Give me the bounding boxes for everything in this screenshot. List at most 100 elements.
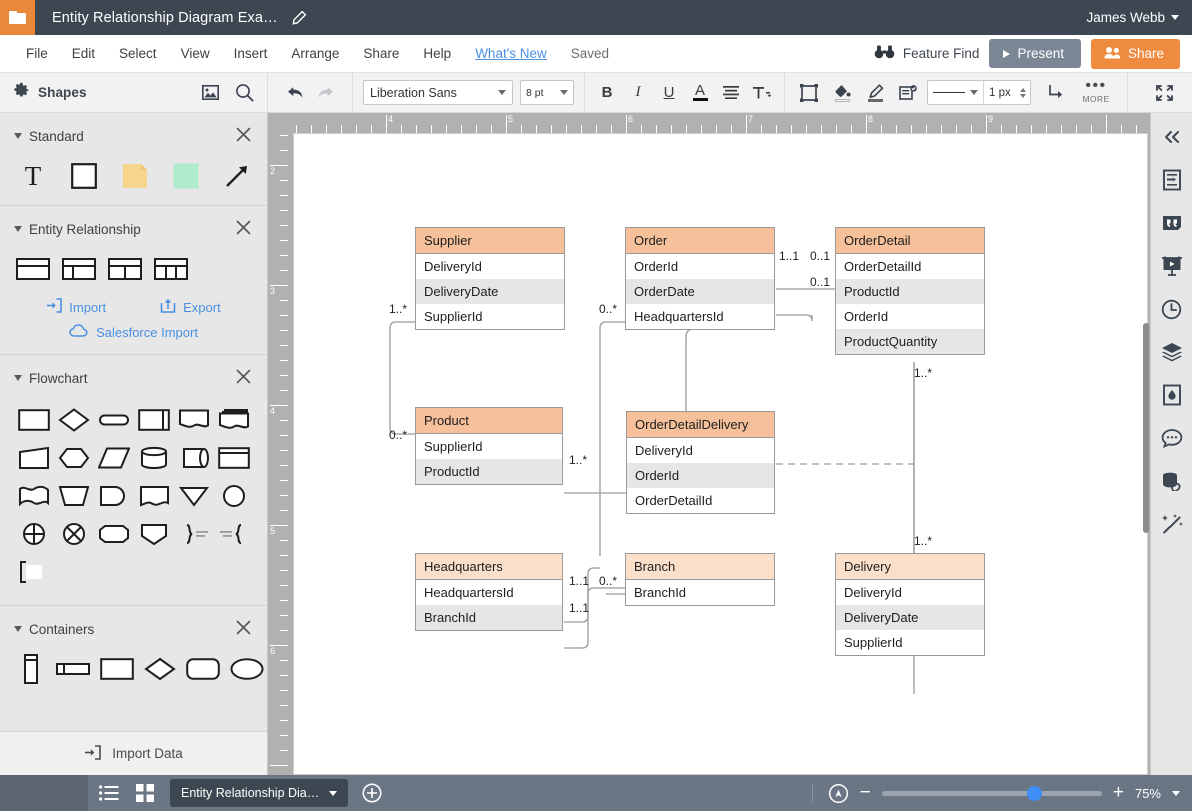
shape-sticky[interactable] — [171, 161, 201, 191]
import-button[interactable]: Import — [46, 298, 106, 316]
shape-annotation-right[interactable] — [174, 515, 214, 553]
share-button[interactable]: Share — [1091, 39, 1180, 69]
shape-text[interactable]: T — [18, 161, 48, 191]
entity-attribute[interactable]: OrderDate — [626, 279, 774, 304]
export-button[interactable]: Export — [160, 298, 221, 316]
canvas-vertical-scrollbar[interactable] — [1143, 323, 1149, 533]
shape-horizontal-container[interactable] — [56, 654, 90, 684]
entity-orderdetaildelivery[interactable]: OrderDetailDeliveryDeliveryIdOrderIdOrde… — [626, 411, 775, 514]
shape-predefined-process[interactable] — [134, 401, 174, 439]
shape-extract[interactable] — [134, 515, 174, 553]
fill-bucket-icon[interactable] — [828, 79, 856, 107]
entity-attribute[interactable]: OrderId — [836, 304, 984, 329]
shape-circle[interactable] — [214, 477, 254, 515]
entity-attribute[interactable]: DeliveryId — [416, 254, 564, 279]
shape-ellipse-container[interactable] — [230, 654, 264, 684]
shape-rectangle[interactable] — [69, 161, 99, 191]
menu-view[interactable]: View — [169, 42, 222, 65]
entity-order[interactable]: OrderOrderIdOrderDateHeadquartersId — [625, 227, 775, 330]
document-properties-icon[interactable] — [1156, 164, 1188, 196]
user-menu[interactable]: James Webb — [1086, 10, 1179, 25]
chevron-down-icon[interactable] — [1172, 791, 1180, 796]
zoom-slider-thumb[interactable] — [1027, 786, 1042, 801]
shape-terminator[interactable] — [94, 401, 134, 439]
salesforce-import-button[interactable]: Salesforce Import — [0, 324, 267, 340]
close-icon[interactable] — [236, 127, 251, 145]
search-icon[interactable] — [229, 78, 259, 108]
entity-delivery[interactable]: DeliveryDeliveryIdDeliveryDateSupplierId — [835, 553, 985, 656]
canvas[interactable]: SupplierDeliveryIdDeliveryDateSupplierId… — [288, 133, 1150, 775]
add-page-icon[interactable] — [362, 783, 382, 803]
entity-attribute[interactable]: DeliveryDate — [836, 605, 984, 630]
zoom-out-button[interactable]: − — [860, 786, 871, 800]
shape-offpage[interactable] — [94, 515, 134, 553]
shape-delay[interactable] — [94, 477, 134, 515]
entity-attribute[interactable]: OrderId — [627, 463, 774, 488]
font-color-button[interactable]: A — [686, 79, 714, 107]
shape-summing-junction[interactable] — [14, 515, 54, 553]
entity-attribute[interactable]: DeliveryId — [627, 438, 774, 463]
shape-outline-icon[interactable] — [795, 79, 823, 107]
grid-view-icon[interactable] — [130, 778, 160, 808]
shape-options-icon[interactable] — [894, 79, 922, 107]
line-color-icon[interactable] — [861, 79, 889, 107]
shape-database[interactable] — [134, 439, 174, 477]
shape-wave[interactable] — [14, 477, 54, 515]
menu-share[interactable]: Share — [351, 42, 411, 65]
import-data-button[interactable]: Import Data — [0, 731, 267, 775]
entity-attribute[interactable]: SupplierId — [836, 630, 984, 655]
shape-entity-1[interactable] — [16, 254, 50, 284]
chevron-down-icon[interactable] — [14, 226, 22, 232]
shape-hexagon[interactable] — [54, 439, 94, 477]
font-family-select[interactable]: Liberation Sans — [363, 80, 513, 105]
entity-branch[interactable]: BranchBranchId — [625, 553, 775, 606]
menu-edit[interactable]: Edit — [60, 42, 107, 65]
chevron-down-icon[interactable] — [14, 375, 22, 381]
history-icon[interactable] — [1156, 293, 1188, 325]
shape-direct-data[interactable] — [174, 439, 214, 477]
underline-button[interactable]: U — [655, 79, 683, 107]
shape-vertical-container[interactable] — [16, 654, 46, 684]
shape-parallelogram[interactable] — [94, 439, 134, 477]
shape-manual-operation[interactable] — [54, 477, 94, 515]
entity-product[interactable]: ProductSupplierIdProductId — [415, 407, 563, 485]
pointer-mode-icon[interactable] — [828, 783, 849, 804]
magic-wand-icon[interactable] — [1156, 508, 1188, 540]
entity-supplier[interactable]: SupplierDeliveryIdDeliveryDateSupplierId — [415, 227, 565, 330]
pencil-icon[interactable] — [291, 10, 307, 26]
line-width-input[interactable]: 1 px — [984, 87, 1030, 99]
folder-icon[interactable] — [0, 0, 35, 35]
shape-annotation-left[interactable] — [214, 515, 254, 553]
shape-entity-2[interactable] — [62, 254, 96, 284]
shape-internal-storage[interactable] — [214, 439, 254, 477]
diagram-page[interactable]: SupplierDeliveryIdDeliveryDateSupplierId… — [293, 133, 1148, 775]
shape-stored-data[interactable] — [134, 477, 174, 515]
connector-icon[interactable] — [1042, 79, 1070, 107]
menu-whats-new[interactable]: What's New — [463, 42, 559, 65]
shape-entity-3[interactable] — [108, 254, 142, 284]
entity-orderdetail[interactable]: OrderDetailOrderDetailIdProductIdOrderId… — [835, 227, 985, 355]
close-icon[interactable] — [236, 220, 251, 238]
menu-arrange[interactable]: Arrange — [279, 42, 351, 65]
font-size-select[interactable]: 8 pt — [520, 80, 574, 105]
menu-select[interactable]: Select — [107, 42, 169, 65]
data-link-icon[interactable] — [1156, 465, 1188, 497]
shape-or[interactable] — [54, 515, 94, 553]
shape-arrow[interactable] — [222, 161, 252, 191]
shape-trapezoid[interactable] — [14, 439, 54, 477]
zoom-slider[interactable] — [882, 791, 1102, 796]
shape-note[interactable] — [120, 161, 150, 191]
entity-headquarters[interactable]: HeadquartersHeadquartersIdBranchId — [415, 553, 563, 631]
entity-attribute[interactable]: ProductId — [836, 279, 984, 304]
fullscreen-icon[interactable] — [1150, 79, 1178, 107]
shape-diamond-container[interactable] — [144, 654, 176, 684]
entity-attribute[interactable]: BranchId — [416, 605, 562, 630]
entity-attribute[interactable]: DeliveryId — [836, 580, 984, 605]
menu-help[interactable]: Help — [411, 42, 463, 65]
menu-insert[interactable]: Insert — [222, 42, 280, 65]
chevron-down-icon[interactable] — [14, 133, 22, 139]
align-icon[interactable] — [717, 79, 745, 107]
menu-file[interactable]: File — [14, 42, 60, 65]
shape-multidocument[interactable] — [214, 401, 254, 439]
entity-attribute[interactable]: OrderId — [626, 254, 774, 279]
